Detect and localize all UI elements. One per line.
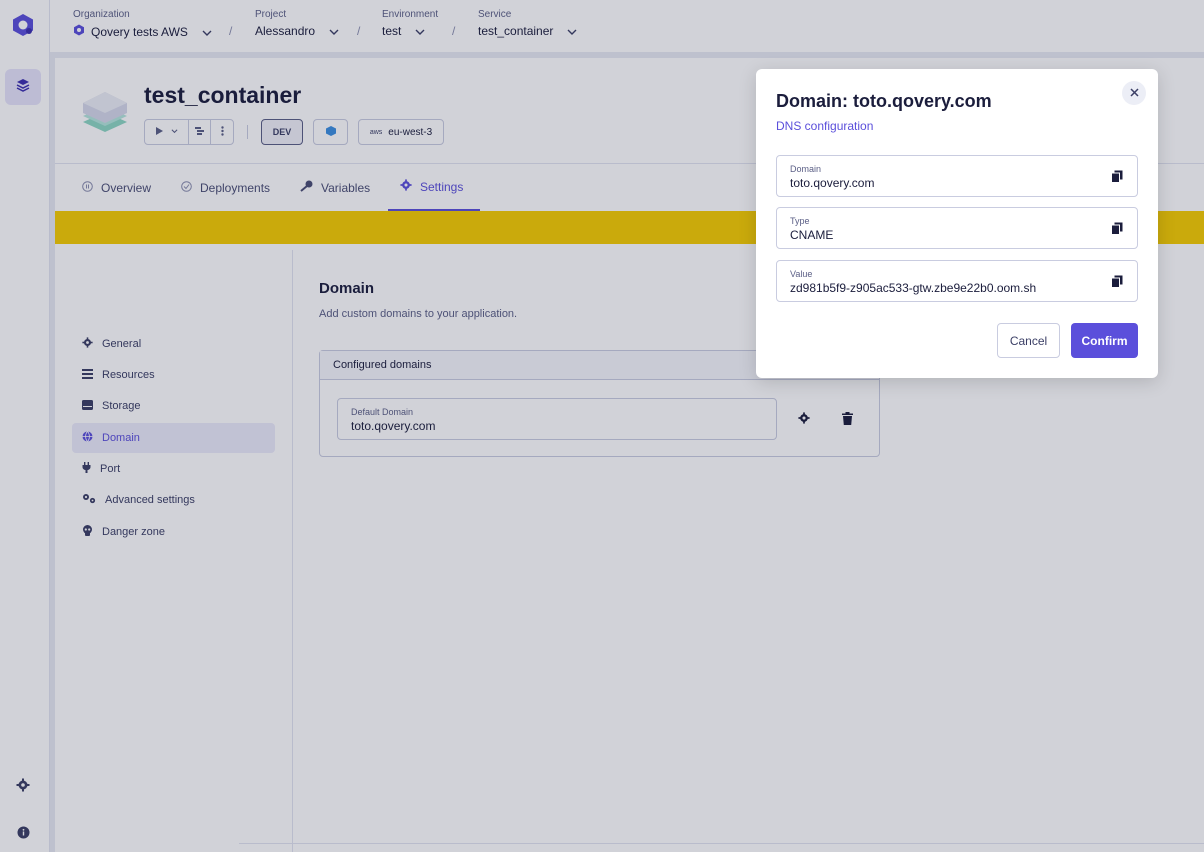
confirm-button[interactable]: Confirm [1071, 323, 1138, 358]
copy-icon[interactable] [1111, 222, 1125, 236]
field-label: Type [790, 216, 810, 226]
copy-icon[interactable] [1111, 275, 1125, 289]
field-label: Domain [790, 164, 822, 174]
modal-title: Domain: toto.qovery.com [776, 91, 992, 111]
copy-icon[interactable] [1111, 170, 1125, 184]
field-value: toto.qovery.com [790, 176, 875, 190]
close-icon [1129, 84, 1139, 102]
dns-type-field[interactable]: Type CNAME [776, 207, 1138, 249]
field-value: zd981b5f9-z905ac533-gtw.zbe9e22b0.oom.sh [790, 281, 1037, 295]
close-button[interactable] [1122, 81, 1146, 105]
modal-subtitle: DNS configuration [776, 119, 874, 133]
dns-domain-field[interactable]: Domain toto.qovery.com [776, 155, 1138, 197]
field-label: Value [790, 269, 813, 279]
cancel-button[interactable]: Cancel [997, 323, 1060, 358]
field-value: CNAME [790, 228, 834, 242]
dns-configuration-modal: Domain: toto.qovery.com DNS configuratio… [756, 69, 1158, 378]
dns-value-field[interactable]: Value zd981b5f9-z905ac533-gtw.zbe9e22b0.… [776, 260, 1138, 302]
